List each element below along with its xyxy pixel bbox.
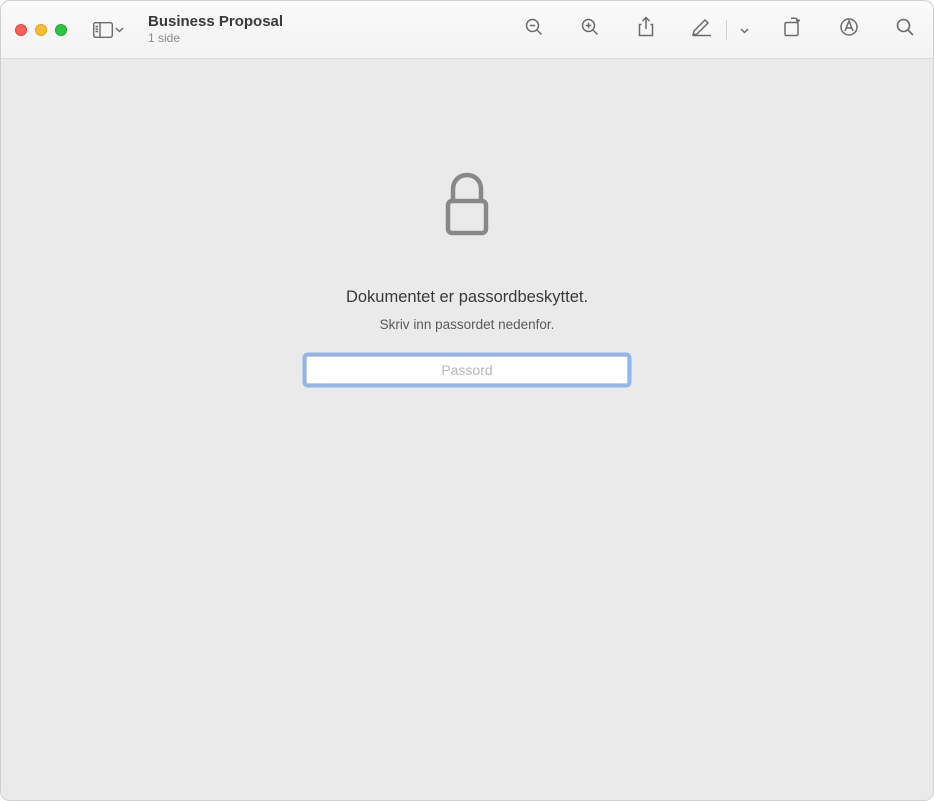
rotate-icon: [782, 16, 804, 43]
zoom-out-button[interactable]: [520, 16, 548, 44]
markup-icon: [839, 17, 859, 42]
zoom-out-icon: [524, 17, 544, 42]
document-title-block: Business Proposal 1 side: [148, 13, 283, 45]
search-icon: [895, 17, 915, 42]
highlight-menu-button[interactable]: [737, 16, 751, 44]
zoom-in-button[interactable]: [576, 16, 604, 44]
document-subtitle: 1 side: [148, 32, 283, 46]
sidebar-toggle-button[interactable]: [89, 20, 128, 40]
chevron-down-icon: [740, 21, 749, 39]
zoom-in-icon: [580, 17, 600, 42]
rotate-button[interactable]: [779, 16, 807, 44]
toolbar: [520, 16, 919, 44]
titlebar: Business Proposal 1 side: [1, 1, 933, 59]
pencil-icon: [691, 17, 713, 42]
fullscreen-button[interactable]: [55, 24, 67, 36]
window-controls: [15, 24, 67, 36]
share-icon: [637, 16, 655, 43]
password-input[interactable]: [306, 356, 628, 384]
content-area: Dokumentet er passordbeskyttet. Skriv in…: [1, 59, 933, 800]
minimize-button[interactable]: [35, 24, 47, 36]
document-title: Business Proposal: [148, 13, 283, 30]
sidebar-icon: [93, 22, 113, 38]
app-window: Business Proposal 1 side: [0, 0, 934, 801]
highlight-button[interactable]: [688, 16, 716, 44]
markup-group: [688, 16, 751, 44]
enter-password-message: Skriv inn passordet nedenfor.: [380, 317, 555, 332]
markup-toolbar-button[interactable]: [835, 16, 863, 44]
chevron-down-icon: [115, 27, 124, 33]
search-button[interactable]: [891, 16, 919, 44]
protected-message: Dokumentet er passordbeskyttet.: [346, 288, 588, 307]
lock-icon: [439, 169, 495, 246]
share-button[interactable]: [632, 16, 660, 44]
close-button[interactable]: [15, 24, 27, 36]
toolbar-divider: [726, 20, 727, 40]
